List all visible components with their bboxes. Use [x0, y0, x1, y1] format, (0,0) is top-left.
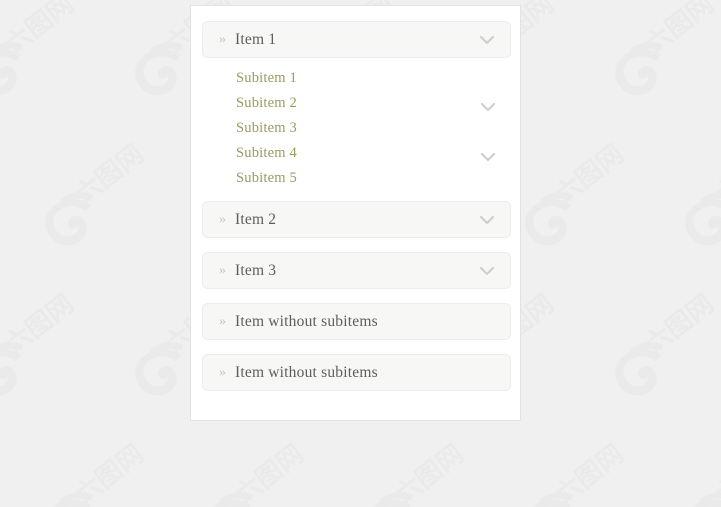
watermark-tile: 六图网 [670, 120, 721, 270]
menu-item-label: Item 3 [235, 261, 277, 279]
submenu-item-label: Subitem 5 [236, 170, 298, 186]
watermark-tile: 六图网 [0, 270, 110, 420]
submenu-item-3[interactable]: Subitem 3 [202, 116, 511, 141]
menu-item-label: Item 2 [235, 210, 277, 228]
chevron-down-icon[interactable] [480, 215, 494, 225]
svg-text:六图网: 六图网 [0, 0, 80, 61]
svg-text:六图网: 六图网 [390, 439, 470, 507]
menu-item-label: Item without subitems [235, 363, 378, 381]
submenu-item-label: Subitem 3 [236, 120, 298, 136]
svg-text:六图网: 六图网 [640, 289, 720, 361]
menu-item-1[interactable]: » Item 1 [202, 21, 511, 58]
angle-double-right-icon: » [219, 364, 226, 380]
menu-item-4[interactable]: » Item without subitems [202, 303, 511, 340]
chevron-down-icon[interactable] [480, 266, 494, 276]
submenu-item-2[interactable]: Subitem 2 [202, 91, 511, 116]
svg-text:六图网: 六图网 [230, 439, 310, 507]
submenu-item-1[interactable]: Subitem 1 [202, 66, 511, 91]
svg-text:六图网: 六图网 [70, 139, 150, 211]
watermark-tile: 六图网 [0, 120, 20, 270]
angle-double-right-icon: » [219, 211, 226, 227]
submenu-item-5[interactable]: Subitem 5 [202, 166, 511, 191]
submenu-item-label: Subitem 2 [236, 95, 298, 111]
chevron-down-icon[interactable] [480, 149, 496, 161]
menu-item-label: Item 1 [235, 30, 277, 48]
angle-double-right-icon: » [219, 31, 226, 47]
svg-text:六图网: 六图网 [710, 439, 721, 507]
angle-double-right-icon: » [219, 313, 226, 329]
svg-text:六图网: 六图网 [550, 139, 630, 211]
menu-item-2[interactable]: » Item 2 [202, 201, 511, 238]
accordion-menu: » Item 1 Subitem 1 Subitem 2 Subitem 3 Subite… [202, 21, 511, 405]
menu-item-3[interactable]: » Item 3 [202, 252, 511, 289]
submenu-item-label: Subitem 4 [236, 145, 298, 161]
submenu-item-label: Subitem 1 [236, 70, 298, 86]
chevron-down-icon[interactable] [480, 99, 496, 111]
svg-text:六图网: 六图网 [710, 139, 721, 211]
svg-text:六图网: 六图网 [640, 0, 720, 61]
watermark-tile: 六图网 [30, 120, 180, 270]
accordion-panel: » Item 1 Subitem 1 Subitem 2 Subitem 3 Subite… [190, 5, 521, 421]
watermark-tile: 六图网 [510, 120, 660, 270]
watermark-tile: 六图网 [0, 420, 20, 507]
svg-text:六图网: 六图网 [550, 439, 630, 507]
menu-item-5[interactable]: » Item without subitems [202, 354, 511, 391]
svg-text:六图网: 六图网 [70, 439, 150, 507]
watermark-tile: 六图网 [30, 420, 180, 507]
submenu-1: Subitem 1 Subitem 2 Subitem 3 Subitem 4 Subi… [202, 66, 511, 201]
watermark-tile: 六图网 [190, 420, 340, 507]
watermark-tile: 六图网 [670, 420, 721, 507]
svg-text:六图网: 六图网 [0, 289, 80, 361]
watermark-tile: 六图网 [600, 0, 721, 120]
angle-double-right-icon: » [219, 262, 226, 278]
chevron-down-icon[interactable] [480, 35, 494, 45]
menu-item-label: Item without subitems [235, 312, 378, 330]
watermark-tile: 六图网 [350, 420, 500, 507]
watermark-tile: 六图网 [600, 270, 721, 420]
submenu-spacer [202, 58, 511, 66]
watermark-tile: 六图网 [0, 0, 110, 120]
submenu-item-4[interactable]: Subitem 4 [202, 141, 511, 166]
watermark-tile: 六图网 [510, 420, 660, 507]
